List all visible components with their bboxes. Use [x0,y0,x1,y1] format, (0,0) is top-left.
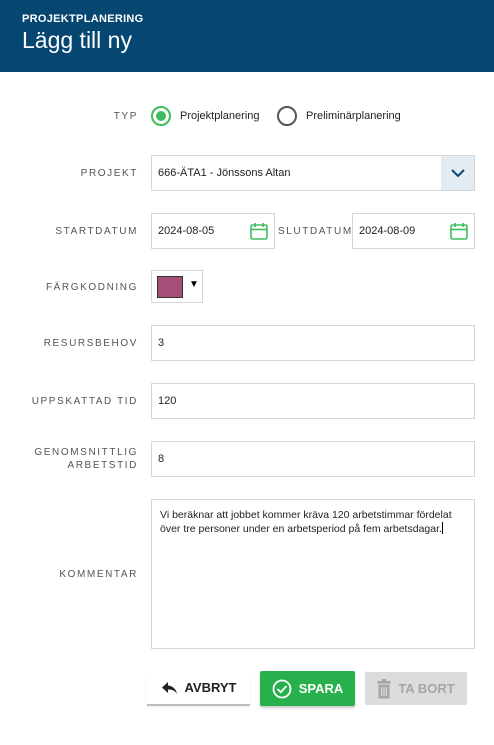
fargkodning-label: FÄRGKODNING [45,282,138,293]
genomsnittlig-label-line2: ARBETSTID [67,460,138,471]
radio-unchecked-icon [277,106,297,126]
delete-label: TA BORT [398,681,455,696]
cancel-label: AVBRYT [184,680,237,695]
uppskattad-tid-input[interactable]: 120 [151,383,475,419]
startdatum-label: STARTDATUM [55,226,138,237]
kommentar-textarea[interactable]: Vi beräknar att jobbet kommer kräva 120 … [151,499,475,649]
calendar-icon[interactable] [250,222,268,240]
undo-arrow-icon [161,681,177,694]
check-circle-icon [272,679,292,698]
header-eyebrow: PROJEKTPLANERING [22,13,144,25]
radio-preliminarplanering[interactable]: Preliminärplanering [277,106,401,126]
text-cursor [441,522,443,534]
projekt-select[interactable]: 666-ÄTA1 - Jönssons Altan [151,155,475,191]
projekt-value: 666-ÄTA1 - Jönssons Altan [158,167,291,179]
chevron-down-icon[interactable] [441,156,474,190]
color-picker[interactable]: ▼ [151,270,203,303]
kommentar-value: Vi beräknar att jobbet kommer kräva 120 … [160,509,452,535]
uppskattad-tid-value: 120 [158,395,177,407]
resursbehov-value: 3 [158,337,165,349]
slutdatum-label: SLUTDATUM [278,226,353,237]
cancel-button[interactable]: AVBRYT [147,671,250,706]
genomsnittlig-label-line1: GENOMSNITTLIG [34,447,138,458]
trash-icon [377,678,391,698]
radio-projektplanering[interactable]: Projektplanering [151,106,260,126]
startdatum-input[interactable]: 2024-08-05 [151,213,275,249]
save-button[interactable]: SPARA [260,671,355,706]
dialog-header: PROJEKTPLANERING Lägg till ny [0,0,494,72]
radio-projektplanering-label: Projektplanering [180,110,260,122]
caret-down-icon: ▼ [189,279,199,290]
kommentar-label: KOMMENTAR [59,569,138,580]
startdatum-value: 2024-08-05 [158,225,215,237]
genomsnittlig-arbetstid-value: 8 [158,453,165,465]
slutdatum-input[interactable]: 2024-08-09 [352,213,475,249]
save-label: SPARA [298,681,344,696]
resursbehov-input[interactable]: 3 [151,325,475,361]
color-swatch [157,276,183,298]
genomsnittlig-arbetstid-label: GENOMSNITTLIG ARBETSTID [34,446,138,472]
radio-preliminarplanering-label: Preliminärplanering [306,110,401,122]
genomsnittlig-arbetstid-input[interactable]: 8 [151,441,475,477]
delete-button[interactable]: TA BORT [365,672,467,705]
projekt-label: PROJEKT [80,168,138,179]
calendar-icon[interactable] [450,222,468,240]
typ-label: TYP [113,111,138,122]
radio-checked-icon [151,106,171,126]
uppskattad-tid-label: UPPSKATTAD TID [31,396,138,407]
dialog-title: Lägg till ny [22,27,132,53]
resursbehov-label: RESURSBEHOV [43,338,138,349]
slutdatum-value: 2024-08-09 [359,225,416,237]
